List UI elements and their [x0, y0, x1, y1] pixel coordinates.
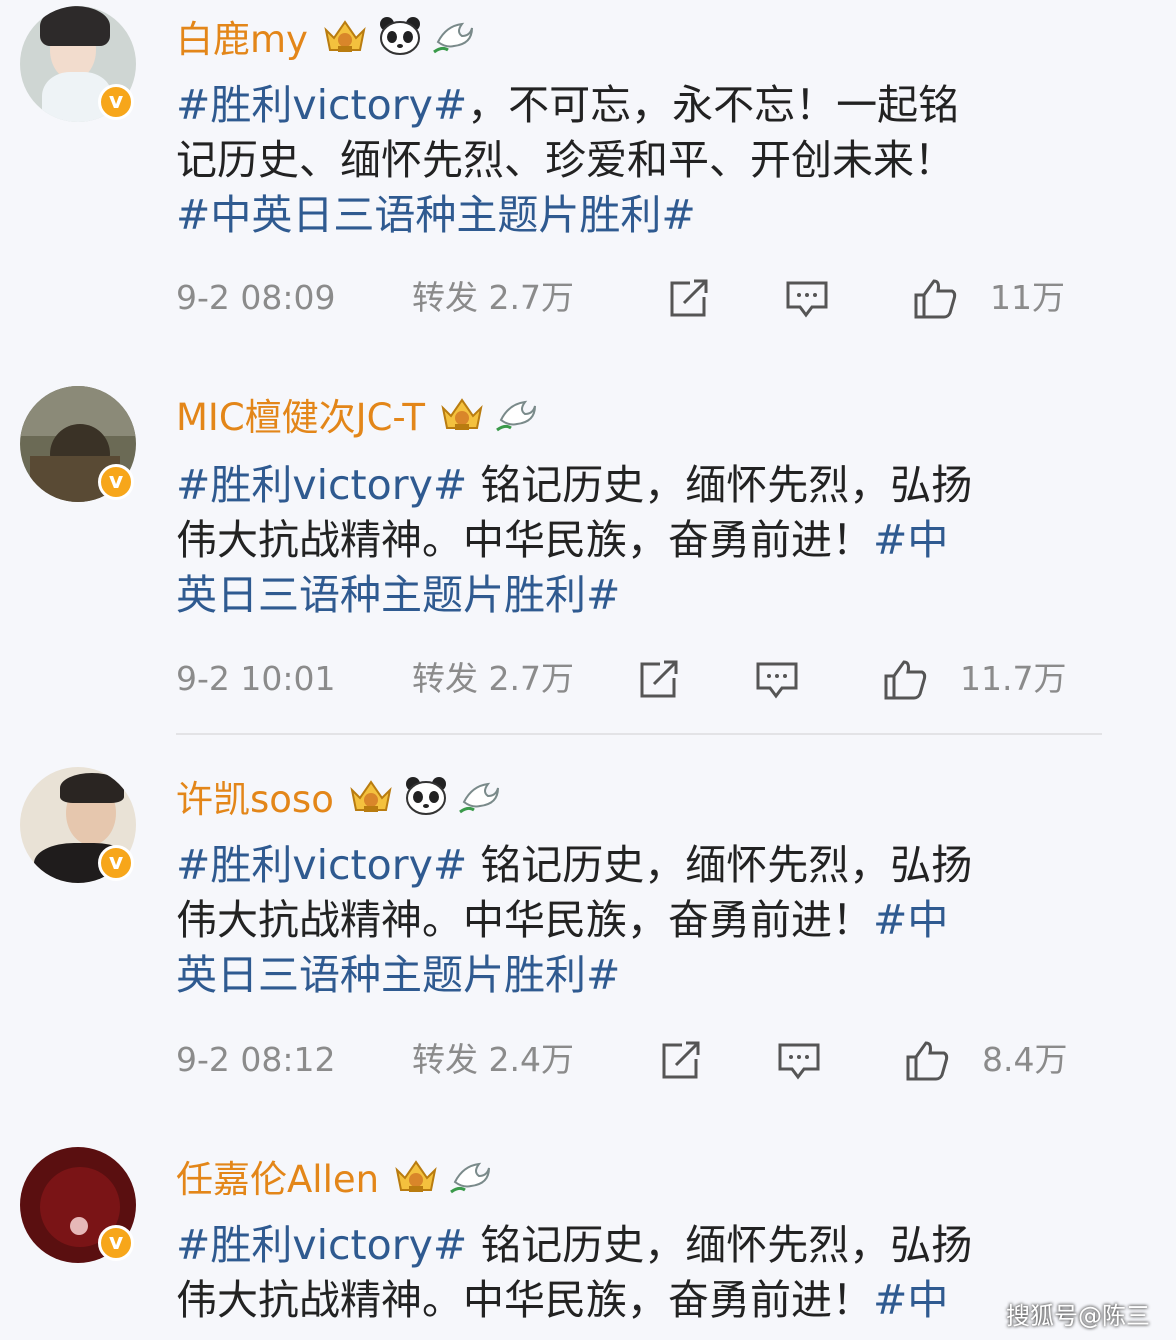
crown-badge-icon — [439, 394, 485, 434]
like-icon[interactable] — [882, 658, 928, 700]
verified-badge: v — [98, 1225, 134, 1261]
like-icon[interactable] — [904, 1039, 950, 1081]
content-line: 伟大抗战精神。中华民族，奋勇前进！#中 — [176, 516, 949, 564]
comment-icon[interactable] — [754, 658, 800, 700]
repost-count[interactable]: 转发 2.7万 — [412, 654, 574, 704]
verified-badge: v — [98, 464, 134, 500]
content-line-hashtag[interactable]: 英日三语种主题片胜利# — [176, 568, 1056, 623]
post-meta: 9-2 08:09 转发 2.7万 11万 — [176, 273, 1076, 323]
post-time: 9-2 08:09 — [176, 278, 336, 317]
content-line: 伟大抗战精神。中华民族，奋勇前进！#中 — [176, 896, 949, 944]
content-line-hashtag[interactable]: #中英日三语种主题片胜利# — [176, 188, 1056, 243]
post-content: #胜利victory# 铭记历史，缅怀先烈，弘扬 伟大抗战精神。中华民族，奋勇前… — [176, 1218, 1056, 1328]
verified-badge: v — [98, 84, 134, 120]
divider — [176, 733, 1102, 735]
like-count: 11万 — [990, 278, 1065, 317]
dove-badge-icon — [449, 1156, 493, 1196]
content-line: #胜利victory# 铭记历史，缅怀先烈，弘扬 — [176, 841, 973, 889]
dove-badge-icon — [458, 776, 502, 816]
post-time: 9-2 08:12 — [176, 1040, 336, 1079]
post-meta: 9-2 10:01 转发 2.7万 11.7万 — [176, 654, 1076, 704]
content-line: 伟大抗战精神。中华民族，奋勇前进！#中 — [176, 1276, 949, 1324]
like-count: 11.7万 — [960, 659, 1067, 698]
panda-badge-icon — [404, 776, 448, 816]
verified-badge: v — [98, 845, 134, 881]
panda-badge-icon — [378, 16, 422, 56]
post-time: 9-2 10:01 — [176, 659, 336, 698]
dove-badge-icon — [432, 16, 476, 56]
content-line-hashtag[interactable]: 英日三语种主题片胜利# — [176, 948, 1056, 1003]
crown-badge-icon — [322, 16, 368, 56]
post-content: #胜利victory# 铭记历史，缅怀先烈，弘扬 伟大抗战精神。中华民族，奋勇前… — [176, 458, 1056, 623]
like-count: 8.4万 — [982, 1040, 1068, 1079]
repost-count[interactable]: 转发 2.7万 — [412, 273, 574, 323]
username[interactable]: 任嘉伦Allen — [176, 1149, 379, 1203]
content-line: 记历史、缅怀先烈、珍爱和平、开创未来！ — [176, 136, 955, 184]
share-icon[interactable] — [636, 658, 682, 700]
post-meta: 9-2 08:12 转发 2.4万 8.4万 — [176, 1035, 1076, 1085]
username[interactable]: 白鹿my — [176, 9, 308, 63]
content-line: #胜利victory# 铭记历史，缅怀先烈，弘扬 — [176, 1221, 973, 1269]
comment-icon[interactable] — [776, 1039, 822, 1081]
username[interactable]: 许凯soso — [176, 769, 334, 823]
comment-icon[interactable] — [784, 277, 830, 319]
share-icon[interactable] — [666, 277, 712, 319]
content-line: #胜利victory#，不可忘，永不忘！一起铭 — [176, 81, 960, 129]
repost-count[interactable]: 转发 2.4万 — [412, 1035, 574, 1085]
watermark: 搜狐号@陈三 — [1006, 1302, 1150, 1330]
post-content: #胜利victory# 铭记历史，缅怀先烈，弘扬 伟大抗战精神。中华民族，奋勇前… — [176, 838, 1056, 1003]
username[interactable]: MIC檀健次JC-T — [176, 387, 425, 441]
like-icon[interactable] — [912, 277, 958, 319]
crown-badge-icon — [393, 1156, 439, 1196]
content-line: #胜利victory# 铭记历史，缅怀先烈，弘扬 — [176, 461, 973, 509]
dove-badge-icon — [495, 394, 539, 434]
crown-badge-icon — [348, 776, 394, 816]
share-icon[interactable] — [658, 1039, 704, 1081]
post-content: #胜利victory#，不可忘，永不忘！一起铭 记历史、缅怀先烈、珍爱和平、开创… — [176, 78, 1056, 243]
